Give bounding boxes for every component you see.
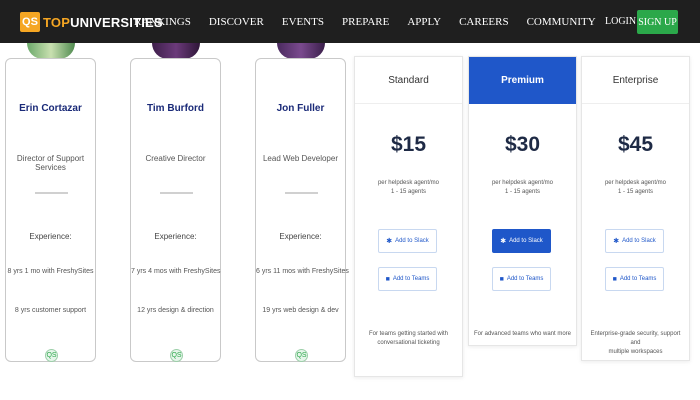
- plan-description: per helpdesk agent/mo 1 - 15 agents: [355, 179, 462, 197]
- logo-text-top: TOP: [43, 14, 71, 30]
- plan-footer: Enterprise-grade security, support and mu…: [582, 330, 689, 357]
- plan-price: $30: [504, 133, 541, 156]
- teams-icon: ■: [385, 275, 390, 283]
- nav-link-discover[interactable]: DISCOVER: [209, 16, 264, 28]
- pricing-card-standard: Standard $15 per helpdesk agent/mo 1 - 15…: [354, 56, 463, 377]
- experience-line: 12 yrs design & direction: [137, 307, 214, 314]
- login-link[interactable]: LOGIN: [605, 16, 636, 27]
- divider: [35, 192, 68, 194]
- experience-line: 8 yrs 1 mo with FreshySites: [7, 268, 94, 275]
- add-to-slack-button[interactable]: ✱ Add to Slack: [378, 229, 437, 253]
- team-card-erin: Erin Cortazar Director of Support Servic…: [5, 58, 96, 362]
- plan-footer-line: multiple workspaces: [608, 349, 663, 355]
- plan-desc-line: per helpdesk agent/mo: [491, 180, 554, 186]
- slack-icon: ✱: [613, 238, 620, 245]
- pricing-card-premium: Premium $30 per helpdesk agent/mo 1 - 15 …: [468, 56, 577, 346]
- experience-line: 8 yrs customer support: [14, 307, 87, 314]
- plan-footer-line: conversational ticketing: [377, 340, 440, 346]
- qs-badge-icon: QS: [45, 349, 58, 362]
- nav-link-prepare[interactable]: PREPARE: [342, 16, 389, 28]
- team-photo-erin: [27, 43, 75, 59]
- plan-name: Premium: [469, 57, 576, 104]
- button-label: Add to Slack: [622, 238, 656, 244]
- add-to-slack-button[interactable]: ✱ Add to Slack: [605, 229, 664, 253]
- experience-label: Experience:: [29, 232, 72, 241]
- slack-icon: ✱: [386, 238, 393, 245]
- team-member-name: Tim Burford: [146, 103, 205, 114]
- nav-link-events[interactable]: EVENTS: [282, 16, 324, 28]
- plan-footer-line: For teams getting started with: [368, 331, 449, 337]
- plan-desc-line: 1 - 15 agents: [390, 189, 427, 195]
- team-card-tim: Tim Burford Creative Director Experience…: [130, 58, 221, 362]
- team-card-jon: Jon Fuller Lead Web Developer Experience…: [255, 58, 349, 362]
- slack-icon: ✱: [500, 238, 507, 245]
- logo-badge-icon: QS: [20, 12, 40, 32]
- nav-link-careers[interactable]: CAREERS: [459, 16, 509, 28]
- plan-name: Enterprise: [582, 57, 689, 104]
- team-member-name: Jon Fuller: [276, 103, 325, 114]
- qs-badge-icon: QS: [170, 349, 183, 362]
- button-label: Add to Slack: [395, 238, 429, 244]
- team-member-role: Creative Director: [145, 154, 206, 163]
- button-label: Add to Teams: [392, 276, 430, 282]
- signup-button[interactable]: SIGN UP: [637, 10, 678, 34]
- nav-link-rankings[interactable]: RANKINGS: [134, 16, 191, 28]
- experience-line: 7 yrs 4 mos with FreshySites: [131, 268, 221, 275]
- button-label: Add to Slack: [509, 238, 543, 244]
- plan-desc-line: 1 - 15 agents: [504, 189, 541, 195]
- add-to-teams-button[interactable]: ■ Add to Teams: [378, 267, 437, 291]
- plan-desc-line: 1 - 15 agents: [617, 189, 654, 195]
- plan-description: per helpdesk agent/mo 1 - 15 agents: [582, 179, 689, 197]
- nav-links: RANKINGS DISCOVER EVENTS PREPARE APPLY C…: [134, 16, 614, 28]
- divider: [160, 192, 193, 194]
- add-to-teams-button[interactable]: ■ Add to Teams: [605, 267, 664, 291]
- button-label: Add to Teams: [619, 276, 657, 282]
- plan-footer: For teams getting started with conversati…: [355, 330, 462, 348]
- teams-icon: ■: [612, 275, 617, 283]
- plan-price: $15: [390, 133, 427, 156]
- plan-description: per helpdesk agent/mo 1 - 15 agents: [469, 179, 576, 197]
- plan-footer-line: Enterprise-grade security, support and: [590, 331, 681, 346]
- top-navbar: QS TOPUNIVERSITIES RANKINGS DISCOVER EVE…: [0, 0, 700, 43]
- button-label: Add to Teams: [506, 276, 544, 282]
- experience-label: Experience:: [279, 232, 322, 241]
- nav-link-community[interactable]: COMMUNITY: [527, 16, 596, 28]
- add-to-slack-button[interactable]: ✱ Add to Slack: [492, 229, 551, 253]
- experience-line: 6 yrs 11 mos with FreshySites: [256, 268, 349, 275]
- experience-line: 19 yrs web design & dev: [262, 307, 339, 314]
- plan-name: Standard: [355, 57, 462, 104]
- team-member-name: Erin Cortazar: [19, 103, 82, 114]
- team-member-role: Director of Support Services: [16, 154, 85, 172]
- qs-badge-icon: QS: [295, 349, 308, 362]
- nav-link-apply[interactable]: APPLY: [407, 16, 441, 28]
- experience-label: Experience:: [154, 232, 197, 241]
- team-photo-jon: [277, 43, 325, 59]
- plan-desc-line: per helpdesk agent/mo: [377, 180, 440, 186]
- plan-footer: For advanced teams who want more: [469, 330, 576, 339]
- team-member-role: Lead Web Developer: [262, 154, 338, 163]
- pricing-card-enterprise: Enterprise $45 per helpdesk agent/mo 1 - …: [581, 56, 690, 361]
- add-to-teams-button[interactable]: ■ Add to Teams: [492, 267, 551, 291]
- plan-price: $45: [617, 133, 654, 156]
- plan-desc-line: per helpdesk agent/mo: [604, 180, 667, 186]
- teams-icon: ■: [499, 275, 504, 283]
- plan-footer-line: For advanced teams who want more: [473, 331, 572, 337]
- team-photo-tim: [152, 43, 200, 59]
- divider: [285, 192, 318, 194]
